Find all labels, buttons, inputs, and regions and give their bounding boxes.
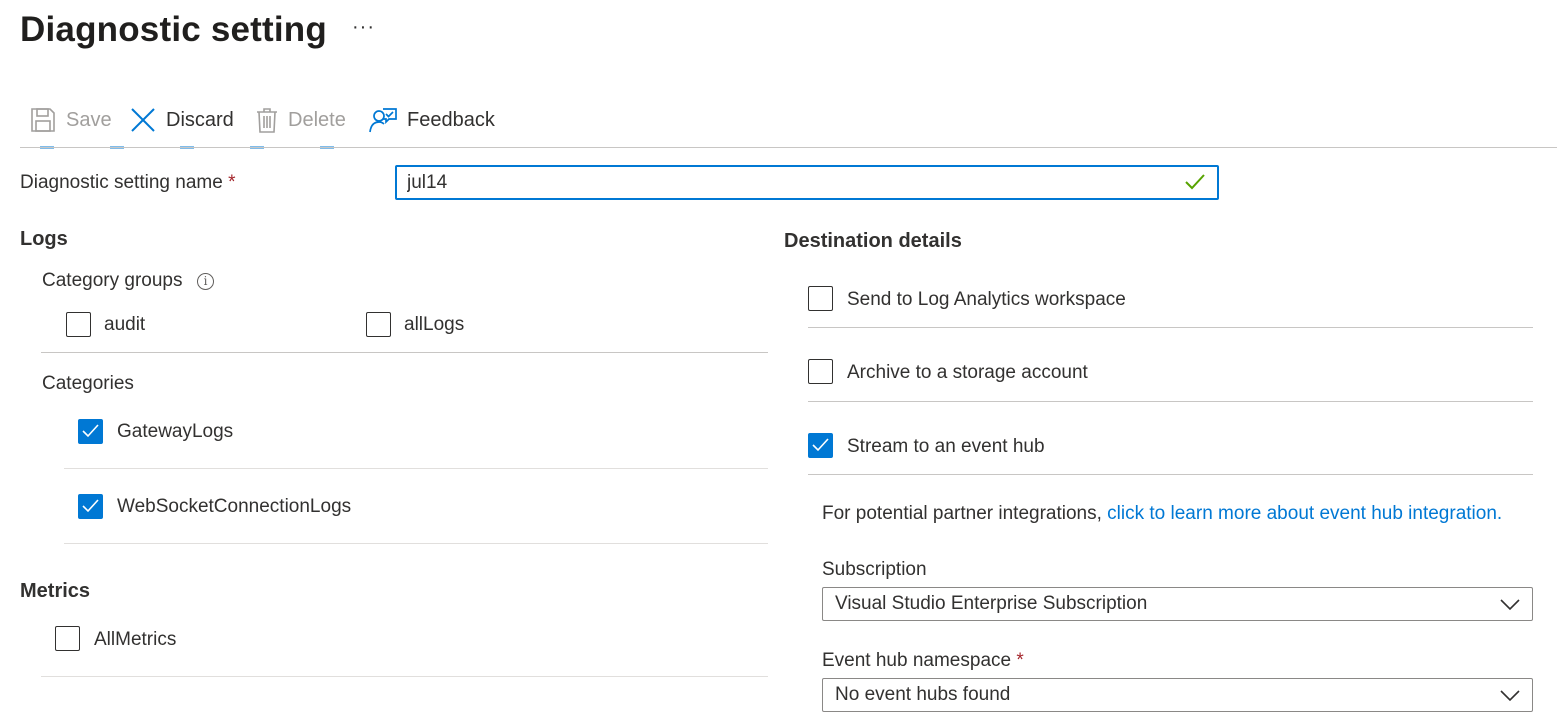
- category-row-divider: [64, 543, 768, 544]
- event-hub-integration-link[interactable]: click to learn more about event hub inte…: [1107, 503, 1502, 524]
- checkbox-audit-label: audit: [104, 314, 146, 335]
- logs-heading: Logs: [20, 228, 68, 250]
- checkbox-all-logs-label: allLogs: [404, 314, 465, 335]
- destination-heading: Destination details: [784, 230, 962, 252]
- checkbox-storage-account[interactable]: [808, 359, 833, 384]
- save-icon: [30, 107, 56, 133]
- partner-integration-prefix: For potential partner integrations,: [822, 503, 1102, 524]
- destination-divider: [808, 327, 1533, 328]
- setting-name-label: Diagnostic setting name *: [20, 172, 235, 194]
- subscription-dropdown[interactable]: Visual Studio Enterprise Subscription: [822, 587, 1533, 621]
- destination-divider: [808, 401, 1533, 402]
- save-button[interactable]: Save: [30, 104, 112, 136]
- discard-button[interactable]: Discard: [130, 104, 234, 136]
- trash-icon: [256, 107, 278, 133]
- checkbox-all-metrics-label: AllMetrics: [94, 629, 177, 650]
- destination-divider: [808, 474, 1533, 475]
- category-groups-label: Category groups: [42, 270, 183, 291]
- more-options-button[interactable]: ···: [352, 16, 375, 39]
- checkbox-gateway-logs-label: GatewayLogs: [117, 421, 234, 442]
- setting-name-label-text: Diagnostic setting name: [20, 172, 223, 193]
- checkbox-event-hub-label: Stream to an event hub: [847, 436, 1045, 457]
- save-label: Save: [66, 108, 112, 131]
- checkbox-all-logs[interactable]: [366, 312, 391, 337]
- event-hub-namespace-value: No event hubs found: [835, 684, 1011, 705]
- discard-label: Discard: [166, 108, 234, 131]
- checkmark-icon: [1185, 173, 1205, 196]
- info-icon[interactable]: i: [197, 273, 214, 290]
- setting-name-field[interactable]: [395, 165, 1219, 200]
- required-indicator: *: [1016, 650, 1024, 671]
- checkbox-event-hub[interactable]: [808, 433, 833, 458]
- checkbox-websocket-logs[interactable]: [78, 494, 103, 519]
- checkbox-audit[interactable]: [66, 312, 91, 337]
- partner-integration-text: For potential partner integrations, clic…: [822, 503, 1502, 525]
- setting-name-input[interactable]: [397, 167, 1167, 198]
- category-row-divider: [64, 468, 768, 469]
- event-hub-namespace-label-text: Event hub namespace: [822, 650, 1012, 671]
- chevron-down-icon: [1500, 689, 1520, 707]
- event-hub-namespace-label: Event hub namespace *: [822, 650, 1024, 672]
- checkbox-log-analytics-label: Send to Log Analytics workspace: [847, 289, 1126, 310]
- page-title: Diagnostic setting: [20, 10, 327, 49]
- metrics-heading: Metrics: [20, 580, 91, 602]
- checkbox-all-metrics[interactable]: [55, 626, 80, 651]
- checkbox-log-analytics[interactable]: [808, 286, 833, 311]
- chevron-down-icon: [1500, 598, 1520, 616]
- required-indicator: *: [228, 172, 236, 193]
- subscription-value: Visual Studio Enterprise Subscription: [835, 593, 1148, 614]
- feedback-button[interactable]: Feedback: [369, 104, 495, 136]
- delete-button[interactable]: Delete: [256, 104, 346, 136]
- toolbar-divider: [20, 147, 1557, 148]
- event-hub-namespace-dropdown[interactable]: No event hubs found: [822, 678, 1533, 712]
- close-icon: [130, 107, 156, 133]
- checkbox-gateway-logs[interactable]: [78, 419, 103, 444]
- subscription-label: Subscription: [822, 559, 927, 580]
- checkbox-websocket-logs-label: WebSocketConnectionLogs: [117, 496, 352, 517]
- feedback-icon: [369, 106, 397, 134]
- checkbox-storage-account-label: Archive to a storage account: [847, 362, 1088, 383]
- category-groups-divider: [41, 352, 768, 353]
- delete-label: Delete: [288, 108, 346, 131]
- feedback-label: Feedback: [407, 108, 495, 131]
- metrics-divider: [41, 676, 768, 677]
- categories-label: Categories: [42, 373, 134, 394]
